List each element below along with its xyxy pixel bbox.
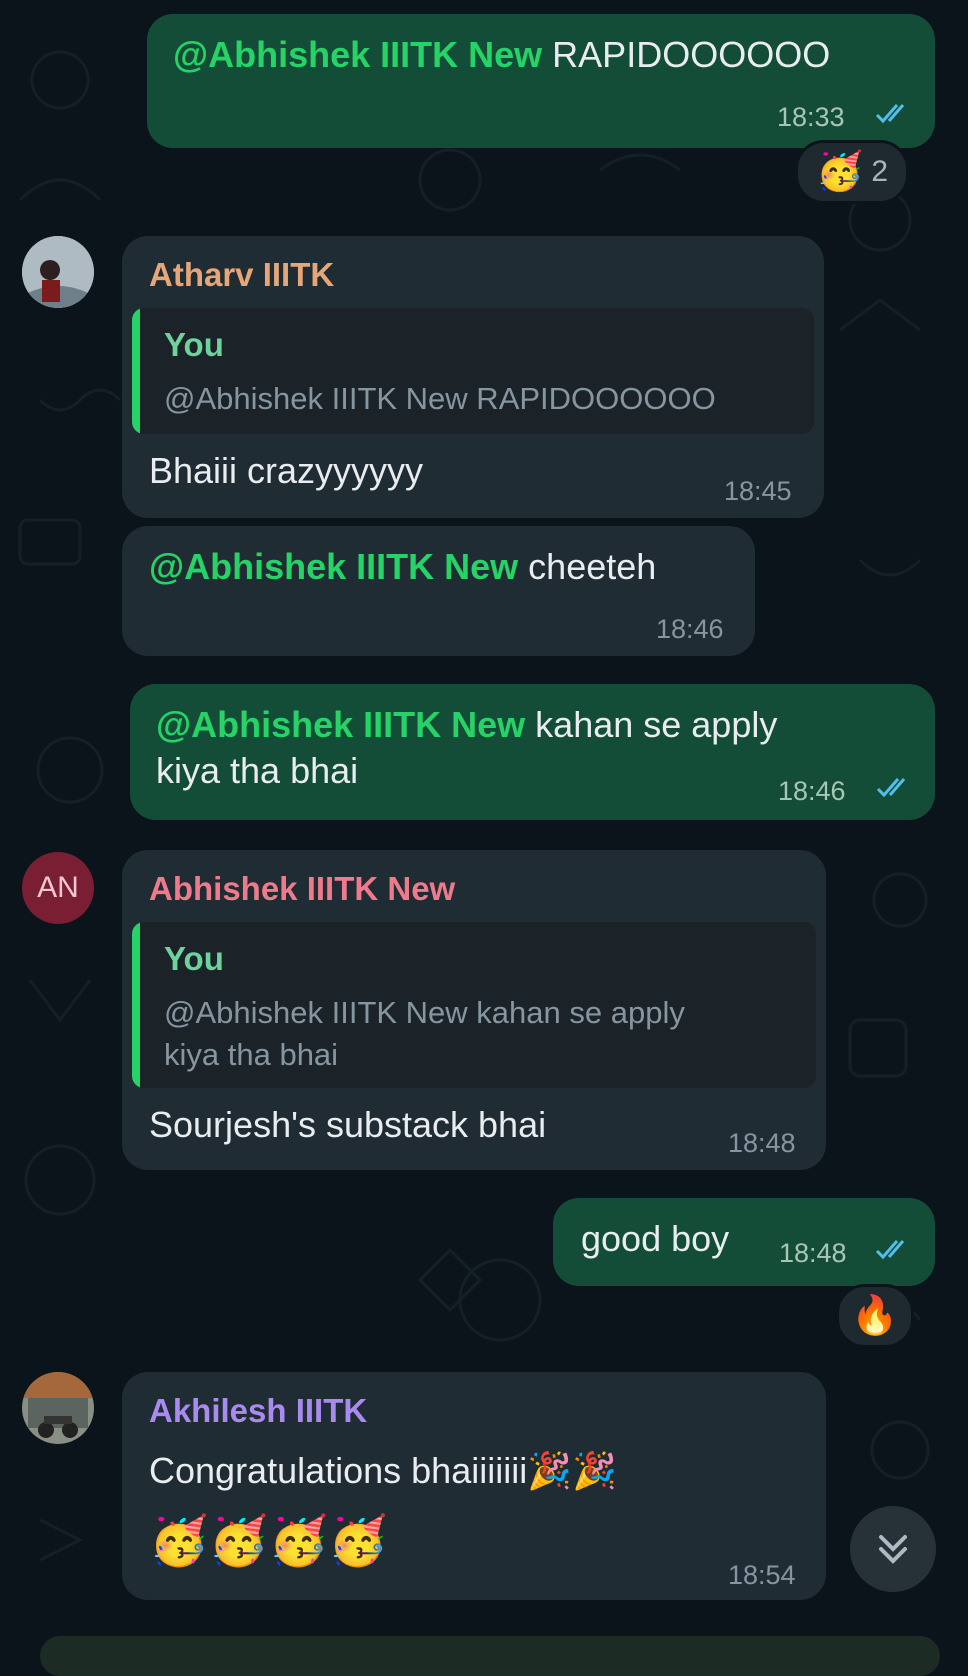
avatar-initials: AN	[37, 871, 79, 904]
sender-name[interactable]: Atharv IIITK	[149, 256, 334, 294]
mention[interactable]: @Abhishek IIITK New	[173, 34, 542, 75]
avatar-image	[22, 1372, 94, 1444]
message-text: good boy	[581, 1218, 730, 1259]
avatar-image	[22, 236, 94, 308]
double-check-icon	[875, 1240, 905, 1260]
double-check-icon	[875, 104, 905, 124]
message-time: 18:33	[777, 102, 845, 132]
double-chevron-down-icon	[879, 1535, 907, 1564]
mention[interactable]: @Abhishek IIITK New	[149, 546, 518, 587]
scroll-to-bottom-button[interactable]	[850, 1506, 936, 1592]
incoming-message-2[interactable]: Atharv IIITK You @Abhishek IIITK New RAP…	[122, 236, 824, 518]
quote-text-line1: @Abhishek IIITK New kahan se apply	[164, 995, 685, 1030]
message-text: kahan se apply	[525, 704, 778, 745]
avatar[interactable]	[22, 236, 94, 308]
quote-text: @Abhishek IIITK New RAPIDOOOOOO	[164, 381, 716, 416]
outgoing-message-6[interactable]: good boy 18:48	[553, 1198, 935, 1286]
quote-author: You	[164, 326, 224, 363]
message-time: 18:45	[724, 476, 792, 506]
partying-face-emoji: 🥳	[815, 151, 864, 193]
quoted-message[interactable]: You @Abhishek IIITK New kahan se apply k…	[132, 922, 816, 1088]
message-text: Congratulations bhaiiiiiii🎉🎉	[149, 1450, 617, 1491]
message-emojis: 🥳🥳🥳🥳	[149, 1515, 389, 1568]
incoming-message-3[interactable]: @Abhishek IIITK New cheeteh 18:46	[122, 526, 755, 656]
message-text: cheeteh	[518, 546, 657, 587]
message-text: Sourjesh's substack bhai	[149, 1104, 547, 1145]
message-text: RAPIDOOOOOO	[542, 34, 831, 75]
avatar[interactable]: AN	[22, 852, 94, 924]
incoming-message-5[interactable]: Abhishek IIITK New You @Abhishek IIITK N…	[122, 850, 826, 1170]
reaction-badge[interactable]: 🥳 2	[795, 140, 909, 204]
reaction-count: 2	[871, 155, 888, 188]
avatar[interactable]	[22, 1372, 94, 1444]
outgoing-message-4[interactable]: @Abhishek IIITK New kahan se apply kiya …	[130, 684, 935, 820]
outgoing-message-1[interactable]: @Abhishek IIITK New RAPIDOOOOOO 18:33	[147, 14, 935, 148]
message-time: 18:48	[728, 1128, 796, 1158]
double-check-icon	[876, 778, 906, 798]
incoming-message-7[interactable]: Akhilesh IIITK Congratulations bhaiiiiii…	[122, 1372, 826, 1600]
message-time: 18:46	[656, 614, 724, 644]
message-time: 18:48	[779, 1238, 847, 1268]
message-time: 18:46	[778, 776, 846, 806]
outgoing-message-partial[interactable]	[40, 1636, 940, 1676]
quote-author: You	[164, 940, 224, 977]
quote-text-line2: kiya tha bhai	[164, 1037, 339, 1072]
reaction-badge[interactable]: 🔥	[836, 1284, 914, 1348]
sender-name[interactable]: Akhilesh IIITK	[149, 1392, 367, 1430]
quote-bar	[132, 922, 140, 1088]
quote-bar	[132, 308, 140, 434]
message-time: 18:54	[728, 1560, 796, 1590]
fire-emoji: 🔥	[851, 1295, 899, 1337]
mention[interactable]: @Abhishek IIITK New	[156, 704, 525, 745]
message-text-line2: kiya tha bhai	[156, 750, 359, 791]
message-text: Bhaiii crazyyyyyy	[149, 450, 424, 491]
sender-name[interactable]: Abhishek IIITK New	[149, 870, 455, 908]
quoted-message[interactable]: You @Abhishek IIITK New RAPIDOOOOOO	[132, 308, 814, 434]
